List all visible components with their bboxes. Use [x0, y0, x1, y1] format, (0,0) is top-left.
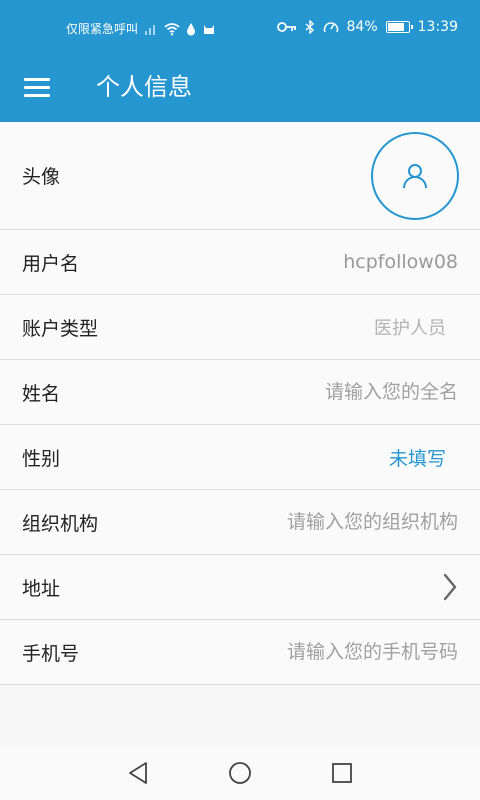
info-list: 头像 用户名 hcpfollow08 账户类型 医护人员 姓名 性别 未填写 组…: [0, 122, 480, 685]
account-type-value: 医护人员: [374, 318, 446, 339]
back-icon[interactable]: [127, 761, 149, 785]
menu-icon[interactable]: [24, 78, 50, 100]
battery-percent: 84%: [346, 19, 378, 35]
phone-row: 手机号: [0, 620, 480, 685]
avatar-label: 头像: [22, 166, 61, 188]
organization-label: 组织机构: [22, 512, 99, 535]
clock: 13:39: [417, 19, 458, 35]
organization-input[interactable]: [198, 511, 458, 533]
organization-row: 组织机构: [0, 490, 480, 555]
battery-icon: [385, 21, 413, 33]
gender-row[interactable]: 性别 未填写: [0, 425, 480, 490]
chevron-right-icon[interactable]: [442, 573, 458, 601]
signal-icon: [145, 24, 156, 35]
name-row: 姓名: [0, 360, 480, 425]
key-icon: [276, 22, 296, 32]
carrier-text: 仅限紧急呼叫: [66, 22, 139, 36]
system-nav-bar: [0, 746, 480, 800]
gender-value[interactable]: 未填写: [389, 444, 446, 471]
gender-label: 性别: [22, 447, 61, 470]
address-row[interactable]: 地址: [0, 555, 480, 620]
cat-icon: [204, 24, 215, 34]
status-left: 仅限紧急呼叫: [66, 20, 216, 37]
bluetooth-icon: [305, 20, 314, 34]
wifi-icon: [164, 22, 180, 35]
recents-icon[interactable]: [331, 761, 353, 785]
status-bar: 仅限紧急呼叫 84% 13:39: [0, 0, 480, 58]
username-value: hcpfollow08: [343, 251, 458, 273]
avatar[interactable]: [371, 131, 459, 220]
drop-icon: [187, 22, 196, 35]
account-type-row: 账户类型 医护人员: [0, 295, 480, 360]
user-icon: [403, 163, 427, 188]
username-row: 用户名 hcpfollow08: [0, 230, 480, 295]
status-right: 84% 13:39: [276, 19, 458, 35]
phone-input[interactable]: [198, 641, 458, 663]
avatar-row[interactable]: 头像: [0, 122, 480, 230]
page-title: 个人信息: [96, 73, 192, 101]
name-input[interactable]: [198, 381, 458, 403]
app-bar: 个人信息: [0, 58, 480, 122]
name-label: 姓名: [22, 382, 61, 405]
account-type-label: 账户类型: [22, 317, 99, 340]
address-label: 地址: [22, 577, 61, 600]
speedometer-icon: [323, 22, 338, 33]
home-icon[interactable]: [228, 761, 252, 785]
phone-label: 手机号: [22, 642, 80, 665]
username-label: 用户名: [22, 252, 80, 275]
